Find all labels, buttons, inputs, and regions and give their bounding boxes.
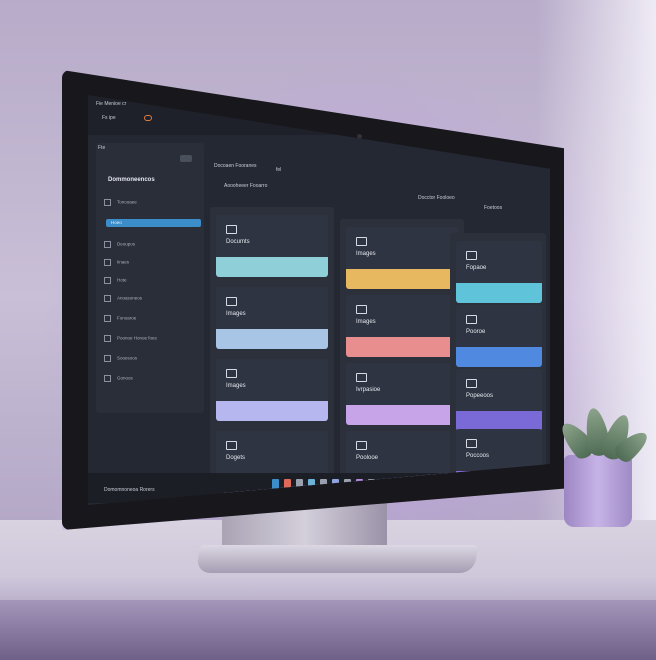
sidebar-item[interactable]: Tonooaee [104,199,137,206]
folder-icon [226,297,237,306]
taskbar-brand[interactable]: Domomnoneoa Rorers [104,487,155,493]
folder-pane-2: Images Images Ivrpasioe Poolooe [340,219,464,505]
folder-card[interactable]: Pooroe [456,305,542,367]
folder-icon [466,315,477,324]
folder-icon [104,315,111,322]
folder-icon [104,199,111,206]
sub-breadcrumb[interactable]: Aoooheeer Fooarro [224,183,267,189]
pane-header-label: Docctor Fooloeo [418,195,455,201]
sidebar-item[interactable]: Iinaes [104,259,129,266]
folder-icon [226,369,237,378]
sidebar-item[interactable]: Gonoos [104,375,133,382]
folder-card[interactable]: Ivrpasioe [346,363,458,425]
folder-icon [226,225,237,234]
folder-icon [466,379,477,388]
path-label[interactable]: fel [276,167,281,173]
taskbar-app-icon[interactable] [272,479,279,489]
sidebar-item[interactable]: Deoupos [104,241,135,248]
folder-icon [104,241,111,248]
sidebar-item-label: Hoeo [111,220,122,225]
app-title: Fie Menioe cr [96,101,127,107]
sidebar-item[interactable]: Anoasoneos [104,295,142,302]
folder-icon [466,439,477,448]
folder-icon [356,305,367,314]
folder-card[interactable]: Images [216,287,328,349]
folder-icon [356,237,367,246]
sidebar-item[interactable]: Poonoe Honoe foes [104,335,157,342]
folder-icon [226,441,237,450]
folder-icon [104,375,111,382]
sidebar-item[interactable]: Fonoaroe [104,315,136,322]
tab-label[interactable]: Fs ipe [102,115,116,121]
folder-pane-3: Fopaoe Pooroe Popeeoos Poccoos [450,233,546,505]
monitor-stand-base [196,545,478,573]
folder-icon [104,335,111,342]
folder-icon [466,251,477,260]
desk-edge [0,600,656,660]
folder-icon [104,295,111,302]
folder-card[interactable]: Images [216,359,328,421]
folder-icon [104,355,111,362]
sidebar-home-label[interactable]: Fte [98,145,105,151]
folder-card[interactable]: Images [346,227,458,289]
plant-pot [564,455,632,527]
folder-card[interactable]: Fopaoe [456,241,542,303]
sidebar-search-button[interactable] [180,155,192,162]
breadcrumb[interactable]: Docoaen Fooranes [214,163,257,169]
sidebar-header: Dommoneencos [108,177,155,183]
folder-icon [356,373,367,382]
folder-card[interactable]: Popeeoos [456,369,542,431]
folder-icon [104,259,111,266]
sidebar-item[interactable]: Hote [104,277,127,284]
folder-icon [104,277,111,284]
sidebar-item[interactable]: Sooesoos [104,355,137,362]
tab-close-icon[interactable] [144,115,152,121]
folder-icon [356,441,367,450]
folder-card[interactable]: Documts [216,215,328,277]
folder-card[interactable]: Images [346,295,458,357]
sidebar-item-active[interactable]: Hoeo [106,219,201,227]
pane-header-right: Foetoos [484,205,503,211]
folder-pane-1: Documts Images Images Dogets [210,207,334,505]
